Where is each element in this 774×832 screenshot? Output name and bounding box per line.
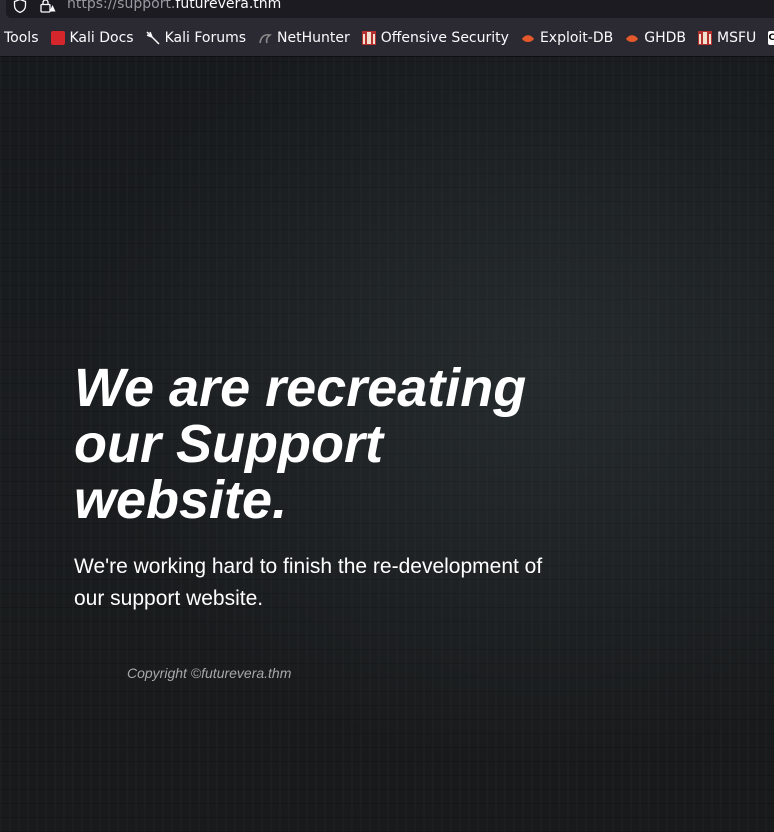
exploitdb-icon [521,35,534,42]
offsec-icon [361,31,376,45]
bookmark-label: Tools [4,30,39,46]
bookmark-label: Exploit-DB [539,30,614,46]
hero-subtext: We're working hard to finish the re-deve… [74,555,543,610]
bookmark-label: GHDB [644,30,686,46]
bookmark-label: Kali Docs [69,30,134,46]
bookmark-msfu[interactable]: MSFU [698,26,756,50]
browser-toolbar: https://support.futurevera.thm [0,0,774,20]
shield-icon[interactable] [13,0,27,13]
lock-warning-icon[interactable] [40,0,56,13]
url-text[interactable]: https://support.futurevera.thm [67,0,281,12]
nethunter-icon [259,33,273,44]
exploitdb-icon [626,35,639,42]
offsec-icon [698,31,712,45]
bookmark-kali-forums[interactable]: Kali Forums [146,26,246,50]
url-domain: futurevera.thm [175,0,282,12]
cv-icon: CV [768,31,774,45]
bookmark-exploit-db[interactable]: Exploit-DB [521,26,613,50]
bookmark-label: Kali Forums [164,30,247,46]
bookmark-label: MSFU [717,30,757,46]
kali-forums-icon [146,31,160,45]
bookmark-offensive-security[interactable]: Offensive Security [361,26,509,50]
bookmark-kali-docs[interactable]: Kali Docs [50,26,134,50]
bookmark-cv[interactable]: CV N [768,26,774,50]
hero-headline: We are recreating our Support website. [74,358,527,530]
url-prefix: https://support. [67,0,176,12]
bookmark-ghdb[interactable]: GHDB [625,26,686,50]
bookmark-nethunter[interactable]: NetHunter [258,26,350,50]
kali-docs-icon [50,31,65,45]
bookmark-tools[interactable]: Tools [4,26,39,50]
bookmark-label: Offensive Security [380,30,509,46]
copyright-text: Copyright ©futurevera.thm [127,665,292,681]
bookmark-label: NetHunter [277,30,350,46]
bookmarks-toolbar: Tools Kali Docs Kali Forums NetHunter Of… [0,20,774,57]
page-content: We are recreating our Support website. W… [0,57,774,832]
